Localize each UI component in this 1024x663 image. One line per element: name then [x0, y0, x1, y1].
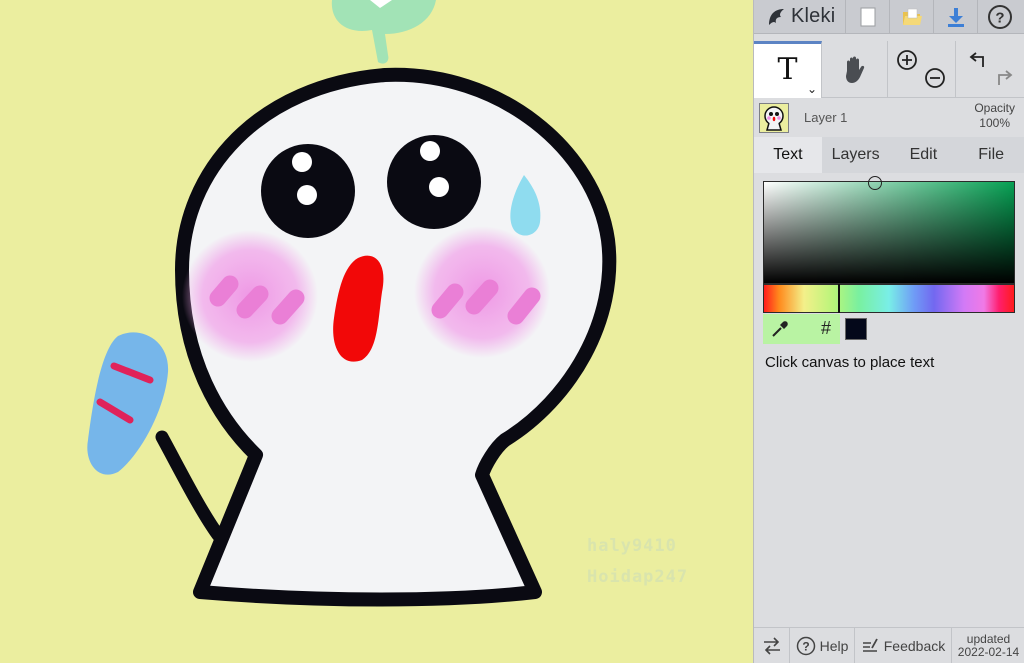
- watermark-text-1: haly9410: [587, 536, 677, 556]
- app-name: Kleki: [791, 5, 836, 27]
- help-label: Help: [819, 637, 849, 654]
- character-drawing: [87, 0, 617, 607]
- hand-tool-button[interactable]: [822, 41, 888, 98]
- opacity-label: Opacity: [974, 101, 1015, 115]
- updated-info[interactable]: updated 2022-02-14: [952, 628, 1024, 663]
- top-toolbar: Kleki ?: [754, 0, 1024, 34]
- help-link[interactable]: ? Help: [790, 627, 855, 663]
- panel-tabs: Text Layers Edit File: [754, 137, 1024, 173]
- eyedropper-icon: [772, 321, 788, 337]
- chevron-down-icon[interactable]: ⌄: [807, 82, 817, 96]
- updated-date: 2022-02-14: [957, 644, 1020, 659]
- text-tool-icon: T: [777, 51, 798, 87]
- feedback-link[interactable]: Feedback: [855, 627, 952, 663]
- new-image-icon: [860, 7, 875, 26]
- help-button[interactable]: ?: [978, 0, 1022, 34]
- current-color-swatch[interactable]: [845, 318, 867, 340]
- kleki-logo-icon: [769, 8, 784, 25]
- tab-edit[interactable]: Edit: [890, 137, 958, 173]
- color-picker-handle[interactable]: [868, 176, 882, 190]
- updated-label: updated: [966, 631, 1011, 646]
- download-button[interactable]: [934, 0, 978, 34]
- drawing-canvas[interactable]: haly9410 Hoidap247: [0, 0, 753, 663]
- tab-file[interactable]: File: [957, 137, 1024, 173]
- bottom-bar: ? Help Feedback updated 2022-02-14: [754, 627, 1024, 663]
- layer-preview-icon: [764, 105, 784, 131]
- swap-side-button[interactable]: [754, 627, 790, 663]
- help-circle-icon: ?: [796, 636, 815, 655]
- undo-icon[interactable]: [968, 49, 990, 71]
- svg-text:?: ?: [995, 9, 1004, 26]
- text-tool-button[interactable]: T ⌄: [754, 41, 822, 98]
- feedback-label: Feedback: [883, 637, 946, 654]
- zoom-out-icon[interactable]: [924, 67, 946, 89]
- opacity-value: 100%: [979, 116, 1010, 130]
- layer-opacity[interactable]: Opacity 100%: [974, 101, 1015, 131]
- download-icon: [947, 7, 964, 27]
- kleki-logo[interactable]: Kleki: [754, 0, 846, 34]
- hand-tool-icon: [845, 56, 864, 83]
- zoom-buttons: [888, 41, 956, 98]
- color-tools: #: [763, 314, 1015, 344]
- swap-arrows-icon: [763, 636, 780, 655]
- zoom-in-icon[interactable]: [896, 49, 918, 71]
- svg-text:?: ?: [802, 639, 809, 653]
- watermark-text-2: Hoidap247: [587, 567, 689, 587]
- tab-layers[interactable]: Layers: [822, 137, 890, 173]
- text-tool-hint: Click canvas to place text: [765, 354, 935, 371]
- hue-slider-handle[interactable]: [838, 284, 840, 313]
- tab-text[interactable]: Text: [754, 137, 822, 173]
- open-image-button[interactable]: [890, 0, 934, 34]
- eyedropper-button[interactable]: #: [763, 314, 840, 344]
- help-icon: ?: [988, 4, 1012, 29]
- history-buttons: [956, 41, 1024, 98]
- new-image-button[interactable]: [846, 0, 890, 34]
- hex-input-button[interactable]: #: [821, 318, 831, 339]
- side-panel: Kleki ? T ⌄ Layer 1 Opacity 100% Text La…: [753, 0, 1024, 663]
- hue-slider[interactable]: [763, 284, 1015, 313]
- open-folder-icon: [902, 8, 922, 25]
- tool-row: T ⌄: [754, 41, 1024, 98]
- layer-name: Layer 1: [804, 110, 848, 125]
- redo-icon[interactable]: [992, 67, 1014, 89]
- layer-thumbnail[interactable]: [759, 102, 789, 133]
- saturation-value-picker[interactable]: [763, 176, 1015, 284]
- layer-row[interactable]: Layer 1 Opacity 100%: [754, 99, 1024, 136]
- feedback-icon: [862, 638, 878, 652]
